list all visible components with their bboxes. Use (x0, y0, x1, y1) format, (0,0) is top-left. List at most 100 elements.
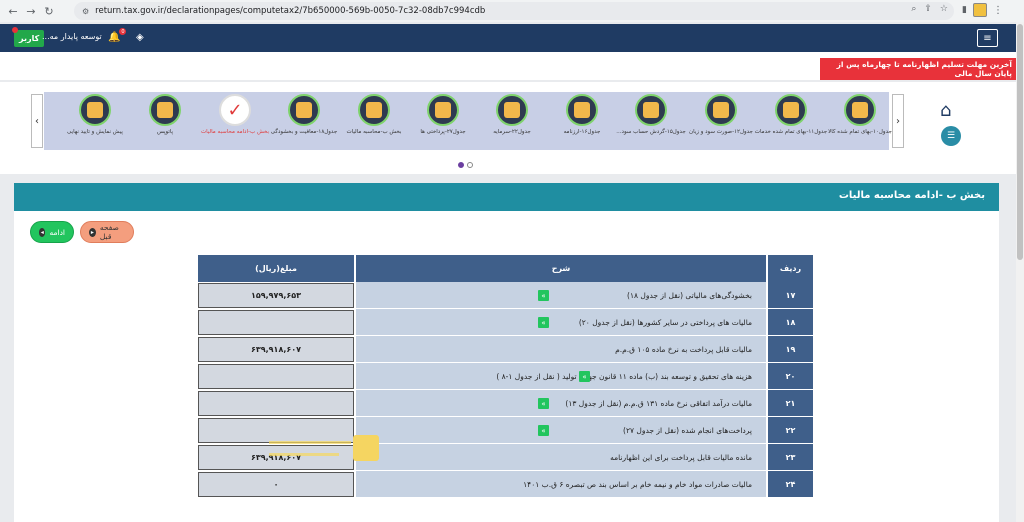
row-description: مالیات های پرداختی در سایر کشورها (نقل ا… (356, 309, 766, 336)
alert-row: آخرین مهلت تسلیم اظهارنامه تا چهارماه پس… (0, 52, 1016, 80)
step-icon (566, 94, 598, 126)
search-icon[interactable]: ⌕ (911, 4, 916, 14)
step-icon (844, 94, 876, 126)
table-row: مالیات درآمد اتفاقی نرخ ماده ۱۳۱ ق.م.م (… (198, 390, 815, 417)
expand-icon[interactable]: » (538, 425, 549, 436)
url-text: return.tax.gov.ir/declarationpages/compu… (95, 6, 486, 16)
user-label: کاربر (19, 34, 40, 43)
site-info-icon[interactable]: ⚙ (82, 7, 89, 16)
step-label: جدول۲۲-سرمایه (493, 129, 531, 135)
row-number: ۲۴ (768, 471, 813, 498)
row-number: ۱۷ (768, 282, 813, 309)
table-row: ۰ مالیات صادرات مواد خام و نیمه خام بر اس… (198, 471, 815, 498)
browser-toolbar: ← → ↻ ⚙ return.tax.gov.ir/declarationpag… (0, 0, 1024, 22)
row-number: ۲۱ (768, 390, 813, 417)
hamburger-menu-icon[interactable]: ≡ (977, 29, 998, 47)
continue-button[interactable]: ◂ ادامه (30, 221, 74, 243)
arrow-left-icon: ◂ (39, 227, 46, 237)
home-icon[interactable]: ⌂ (940, 100, 951, 121)
page-scrollbar[interactable] (1016, 22, 1024, 522)
carousel-item[interactable]: جدول۱۰-بهای تمام شده کالا (823, 94, 897, 136)
arrow-right-icon: ▸ (89, 227, 96, 237)
step-label: جدول۱۲-صورت سود و زیان (689, 129, 753, 135)
notification-badge: 0 (119, 28, 127, 35)
company-name: توسعه پایدار مه... (42, 32, 102, 41)
carousel-item[interactable]: جدول۲۲-سرمایه (475, 94, 549, 136)
deadline-alert: آخرین مهلت تسلیم اظهارنامه تا چهارماه پس… (820, 58, 1016, 80)
carousel-item[interactable]: بخش ب-محاسبه مالیات (337, 94, 411, 136)
scrollbar-thumb[interactable] (1017, 24, 1023, 260)
header-desc: شرح (356, 255, 766, 282)
table-body: ۱۵۹,۹۷۹,۶۵۳ بخشودگی‌های مالیاتی (نقل از ج… (198, 282, 815, 498)
carousel-item[interactable]: ✓ بخش ب-ادامه محاسبه مالیات (198, 94, 272, 136)
step-label: جدول۱۸-معافیت و بخشودگی (270, 129, 338, 135)
share-icon[interactable]: ⇪ (924, 4, 932, 14)
row-description: مالیات درآمد اتفاقی نرخ ماده ۱۳۱ ق.م.م (… (356, 390, 766, 417)
tax-section: بخش ب -ادامه محاسبه مالیات ◂ ادامه ▸ صفح… (14, 183, 999, 522)
star-icon[interactable]: ☆ (940, 4, 948, 14)
amount-field[interactable]: ۱۵۹,۹۷۹,۶۵۳ (198, 283, 354, 308)
step-label: جدول۱۱-بهای تمام شده خدمات (754, 129, 828, 135)
amount-field[interactable] (198, 391, 354, 416)
description-text: مالیات درآمد اتفاقی نرخ ماده ۱۳۱ ق.م.م (… (565, 398, 752, 408)
row-description: مانده مالیات قابل پرداخت برای این اظهارن… (356, 444, 766, 471)
amount-field[interactable]: ۶۳۹,۹۱۸,۶۰۷ (198, 337, 354, 362)
expand-icon[interactable]: » (538, 398, 549, 409)
carousel-item[interactable]: جدول۲۷-پرداختی ها (406, 94, 480, 136)
table-row: هزینه های تحقیق و توسعه بند (ب) ماده ۱۱ … (198, 363, 815, 390)
chevron-right-icon[interactable]: › (892, 94, 904, 148)
step-label: پاتوپس (156, 129, 174, 135)
step-label: جدول۱۵-گردش حساب سود... (616, 129, 686, 135)
page-dot-1[interactable] (458, 162, 464, 168)
previous-page-label: صفحه قبل (99, 223, 119, 241)
expand-icon[interactable]: » (538, 317, 549, 328)
cube-icon[interactable]: ◈ (136, 32, 144, 43)
description-text: هزینه های تحقیق و توسعه بند (ب) ماده ۱۱ … (496, 371, 752, 381)
carousel-item[interactable]: جدول۱۵-گردش حساب سود... (614, 94, 688, 136)
amount-field[interactable] (198, 310, 354, 335)
reload-icon[interactable]: ↻ (40, 2, 58, 20)
description-text: بخشودگی‌های مالیاتی (نقل از جدول ۱۸) (627, 290, 752, 300)
forward-icon[interactable]: → (22, 2, 40, 20)
expand-icon[interactable]: » (579, 371, 590, 382)
expand-icon[interactable]: » (538, 290, 549, 301)
more-icon[interactable]: ⋮ (993, 5, 1003, 16)
app-header: کاربر توسعه پایدار مه... 🔔 0 ◈ ≡ (0, 24, 1016, 52)
sidepanel-icon[interactable]: ▮ (962, 5, 967, 15)
bell-icon[interactable]: 🔔 0 (108, 28, 127, 43)
previous-page-button[interactable]: ▸ صفحه قبل (80, 221, 134, 243)
carousel-strip: جدول۱۰-بهای تمام شده کالا جدول۱۱-بهای تما… (44, 92, 892, 150)
step-icon (427, 94, 459, 126)
carousel-item[interactable]: جدول۱۶-ارزنامه (545, 94, 619, 136)
step-icon (635, 94, 667, 126)
chevron-left-icon[interactable]: ‹ (31, 94, 43, 148)
back-icon[interactable]: ← (4, 2, 22, 20)
amount-field[interactable]: ۰ (198, 472, 354, 497)
address-bar[interactable]: ⚙ return.tax.gov.ir/declarationpages/com… (74, 2, 954, 20)
row-number: ۱۸ (768, 309, 813, 336)
carousel-item[interactable]: جدول۱۲-صورت سود و زیان (684, 94, 758, 136)
step-icon (496, 94, 528, 126)
list-icon[interactable]: ☰ (941, 126, 961, 146)
carousel-item[interactable]: پیش نمایش و تایید نهایی (58, 94, 132, 136)
page-dot-2[interactable] (467, 162, 473, 168)
watermark-logo (269, 435, 409, 465)
extension-icon[interactable] (972, 3, 987, 17)
step-icon (149, 94, 181, 126)
watermark-line (269, 441, 351, 444)
user-button[interactable]: کاربر (12, 27, 45, 47)
step-label: جدول۱۶-ارزنامه (563, 129, 601, 135)
description-text: پرداخت‌های انجام شده (نقل از جدول ۲۷) (623, 425, 752, 435)
description-text: مالیات های پرداختی در سایر کشورها (نقل ا… (578, 317, 752, 327)
carousel-item[interactable]: جدول۱۱-بهای تمام شده خدمات (754, 94, 828, 136)
step-label: جدول۲۷-پرداختی ها (420, 129, 466, 135)
carousel-item[interactable]: جدول۱۸-معافیت و بخشودگی (267, 94, 341, 136)
row-number: ۲۳ (768, 444, 813, 471)
step-icon (358, 94, 390, 126)
table-row: مالیات های پرداختی در سایر کشورها (نقل ا… (198, 309, 815, 336)
step-label: بخش ب-ادامه محاسبه مالیات (200, 129, 270, 135)
amount-field[interactable] (198, 364, 354, 389)
row-number: ۲۲ (768, 417, 813, 444)
row-description: پرداخت‌های انجام شده (نقل از جدول ۲۷) » (356, 417, 766, 444)
carousel-item[interactable]: پاتوپس (128, 94, 202, 136)
